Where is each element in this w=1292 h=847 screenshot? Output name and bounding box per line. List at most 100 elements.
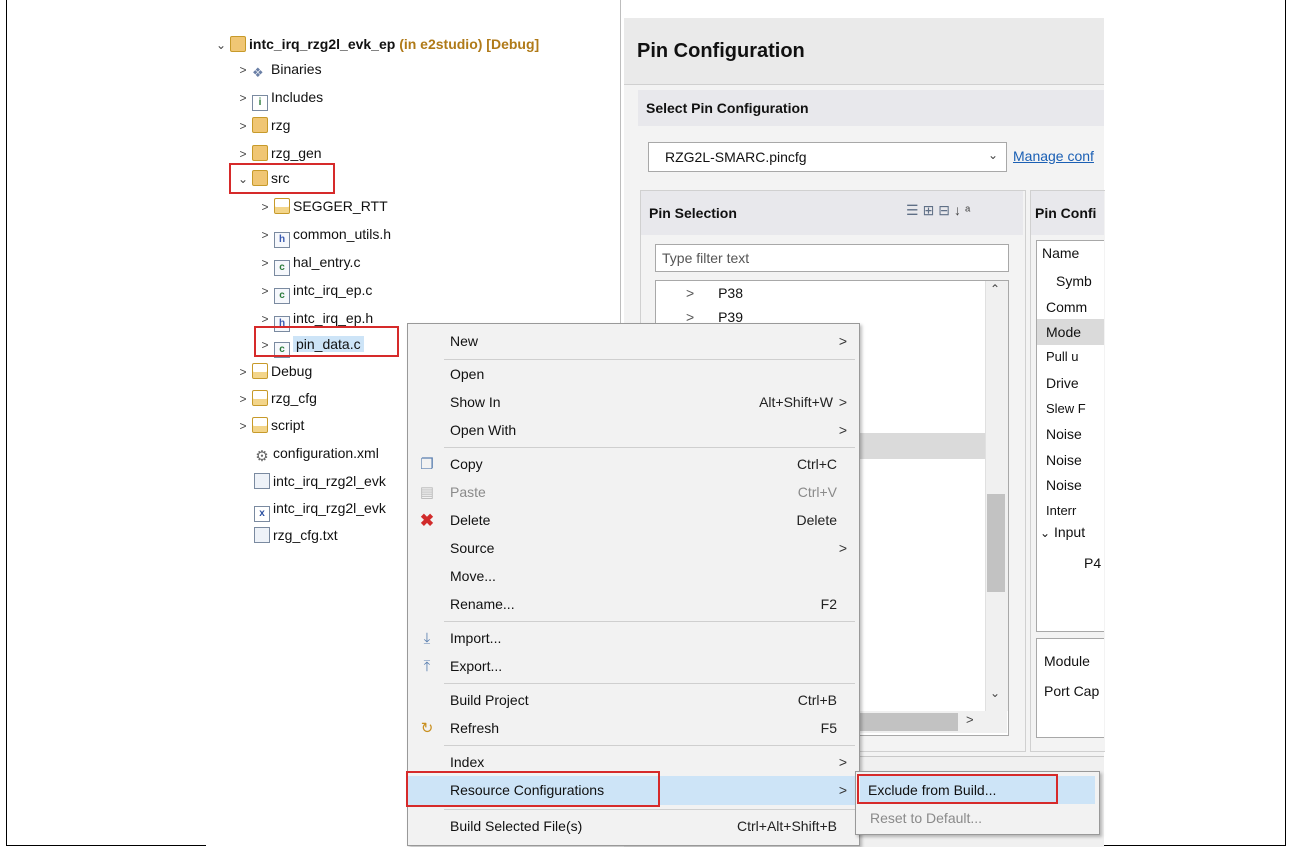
tree-item-label: hal_entry.c xyxy=(293,254,361,270)
tree-item-label: Binaries xyxy=(271,61,322,77)
prop-row[interactable]: Slew F xyxy=(1046,396,1086,422)
tree-item-launch-file[interactable]: intc_irq_rzg2l_evk xyxy=(252,469,386,493)
tree-item-hal-entry-c[interactable]: > c hal_entry.c xyxy=(258,250,361,276)
pin-row-p39[interactable]: > P39 xyxy=(686,309,743,323)
prop-row[interactable]: Pull u xyxy=(1046,344,1079,370)
annotation-box-exclude-from-build xyxy=(857,774,1058,804)
prop-row[interactable]: Noise xyxy=(1046,472,1082,498)
tree-item-label: rzg_cfg.txt xyxy=(273,527,338,543)
chevron-right-icon[interactable]: > xyxy=(258,223,272,247)
menu-item-open[interactable]: Open xyxy=(408,360,859,389)
tree-item-intc-irq-ep-c[interactable]: > c intc_irq_ep.c xyxy=(258,278,372,304)
menu-separator xyxy=(444,809,855,810)
submenu-arrow-icon: > xyxy=(838,782,847,798)
menu-item-new[interactable]: New > xyxy=(408,327,859,356)
pin-list-selected-row xyxy=(858,433,985,459)
submenu-arrow-icon: > xyxy=(838,422,847,438)
menu-item-build-selected-files[interactable]: Build Selected File(s) Ctrl+Alt+Shift+B xyxy=(408,812,859,841)
tree-item-includes[interactable]: > i Includes xyxy=(236,85,323,111)
prop-row[interactable]: Noise xyxy=(1046,421,1082,447)
horizontal-scrollbar-thumb[interactable] xyxy=(858,713,958,731)
prop-row[interactable]: Noise xyxy=(1046,447,1082,473)
menu-item-refresh[interactable]: ↻ Refresh F5 xyxy=(408,714,859,743)
menu-item-paste[interactable]: ▤ Paste Ctrl+V xyxy=(408,478,859,507)
menu-item-show-in[interactable]: Show In Alt+Shift+W > xyxy=(408,388,859,417)
chevron-right-icon[interactable]: > xyxy=(236,58,250,82)
includes-icon: i xyxy=(252,95,268,111)
menu-item-delete[interactable]: ✖ Delete Delete xyxy=(408,506,859,535)
tree-item-rzg[interactable]: > rzg xyxy=(236,113,290,137)
pin-label: P38 xyxy=(718,285,743,301)
prop-row[interactable]: Comm xyxy=(1046,294,1087,320)
prop-row[interactable]: Drive xyxy=(1046,370,1079,396)
menu-item-label: Open With xyxy=(450,422,517,438)
collapse-all-icon[interactable]: ☰ xyxy=(906,202,923,218)
folder-icon xyxy=(274,198,290,214)
prop-row[interactable]: Mode xyxy=(1046,319,1081,345)
pin-selection-header: Pin Selection xyxy=(649,205,737,221)
scrollbar-thumb[interactable] xyxy=(987,494,1005,592)
menu-item-export[interactable]: ⤒ Export... xyxy=(408,652,859,681)
chevron-right-icon[interactable]: > xyxy=(236,387,250,411)
prop-row[interactable]: Symb xyxy=(1056,268,1092,294)
delete-icon: ✖ xyxy=(419,511,435,530)
input-group-row[interactable]: ⌄ Input xyxy=(1040,524,1085,540)
menu-item-open-with[interactable]: Open With > xyxy=(408,416,859,445)
manage-configurations-link[interactable]: Manage conf xyxy=(1013,148,1094,164)
tree-item-script[interactable]: > script xyxy=(236,413,304,437)
tree-item-debug[interactable]: > Debug xyxy=(236,359,312,383)
chevron-right-icon[interactable]: > xyxy=(686,285,694,301)
menu-item-rename[interactable]: Rename... F2 xyxy=(408,590,859,619)
tree-item-rzg-cfg[interactable]: > rzg_cfg xyxy=(236,386,317,410)
tree-item-common-utils-h[interactable]: > h common_utils.h xyxy=(258,222,392,248)
menu-item-move[interactable]: Move... xyxy=(408,562,859,591)
tree-item-binaries[interactable]: > ❖ Binaries xyxy=(236,57,322,82)
chevron-right-icon[interactable]: > xyxy=(236,86,250,110)
menu-item-copy[interactable]: ❐ Copy Ctrl+C xyxy=(408,450,859,479)
annotation-box-resource-configurations xyxy=(406,771,660,807)
menu-item-accelerator: Delete xyxy=(796,512,837,528)
tree-item-rzg-gen[interactable]: > rzg_gen xyxy=(236,141,322,165)
chevron-right-icon[interactable]: > xyxy=(236,360,250,384)
tree-item-rzg-cfg-txt[interactable]: rzg_cfg.txt xyxy=(252,523,338,547)
sort-az-icon[interactable]: ↓ᵃ xyxy=(954,202,974,218)
chevron-down-icon[interactable]: ⌄ xyxy=(214,33,228,57)
chevron-right-icon[interactable]: > xyxy=(686,309,694,323)
scroll-up-icon[interactable]: ⌃ xyxy=(990,282,1000,296)
chevron-right-icon[interactable]: > xyxy=(236,114,250,138)
tree-item-label: rzg xyxy=(271,117,291,133)
pin-config-dropdown[interactable]: RZG2L-SMARC.pincfg ⌄ xyxy=(648,142,1007,172)
tree-item-segger-rtt[interactable]: > SEGGER_RTT xyxy=(258,194,388,218)
submenu-item-reset-to-default[interactable]: Reset to Default... xyxy=(860,805,1095,831)
tree-item-label: common_utils.h xyxy=(293,226,392,242)
props-name-header: Name xyxy=(1042,245,1080,261)
menu-item-label: Move... xyxy=(450,568,496,584)
menu-item-source[interactable]: Source > xyxy=(408,534,859,563)
pin-selection-toolbar: ☰⊞⊟↓ᵃ xyxy=(906,202,974,219)
tree-item-configuration-xml[interactable]: ⚙ configuration.xml xyxy=(252,441,379,465)
filter-input[interactable]: Type filter text xyxy=(655,244,1009,272)
menu-item-build-project[interactable]: Build Project Ctrl+B xyxy=(408,686,859,715)
chevron-right-icon[interactable]: > xyxy=(236,414,250,438)
tree-item-xml-file[interactable]: x intc_irq_rzg2l_evk xyxy=(252,496,386,522)
chevron-down-icon[interactable]: ⌄ xyxy=(1040,526,1050,540)
scroll-down-icon[interactable]: ⌄ xyxy=(990,686,1000,700)
chevron-right-icon[interactable]: > xyxy=(258,195,272,219)
pin-row-p38[interactable]: > P38 xyxy=(686,285,743,301)
menu-item-accelerator: F5 xyxy=(820,720,837,736)
port-capability-label: Port Cap xyxy=(1044,683,1100,699)
pin-config-header: Pin Confi xyxy=(1035,205,1097,221)
prop-row[interactable]: Interr xyxy=(1046,498,1076,524)
folder-icon xyxy=(252,390,268,406)
collapse-icon[interactable]: ⊟ xyxy=(938,202,954,218)
scroll-right-icon[interactable]: > xyxy=(966,712,974,727)
chevron-right-icon[interactable]: > xyxy=(258,279,272,303)
project-root[interactable]: ⌄ intc_irq_rzg2l_evk_ep (in e2studio) [De… xyxy=(214,32,539,56)
chevron-down-icon[interactable]: ⌄ xyxy=(988,148,998,162)
menu-item-import[interactable]: ⤓ Import... xyxy=(408,624,859,653)
chevron-right-icon[interactable]: > xyxy=(258,251,272,275)
menu-separator xyxy=(444,745,855,746)
prop-row[interactable]: P4 xyxy=(1084,550,1101,576)
expand-icon[interactable]: ⊞ xyxy=(923,202,939,218)
export-icon: ⤒ xyxy=(423,658,431,675)
